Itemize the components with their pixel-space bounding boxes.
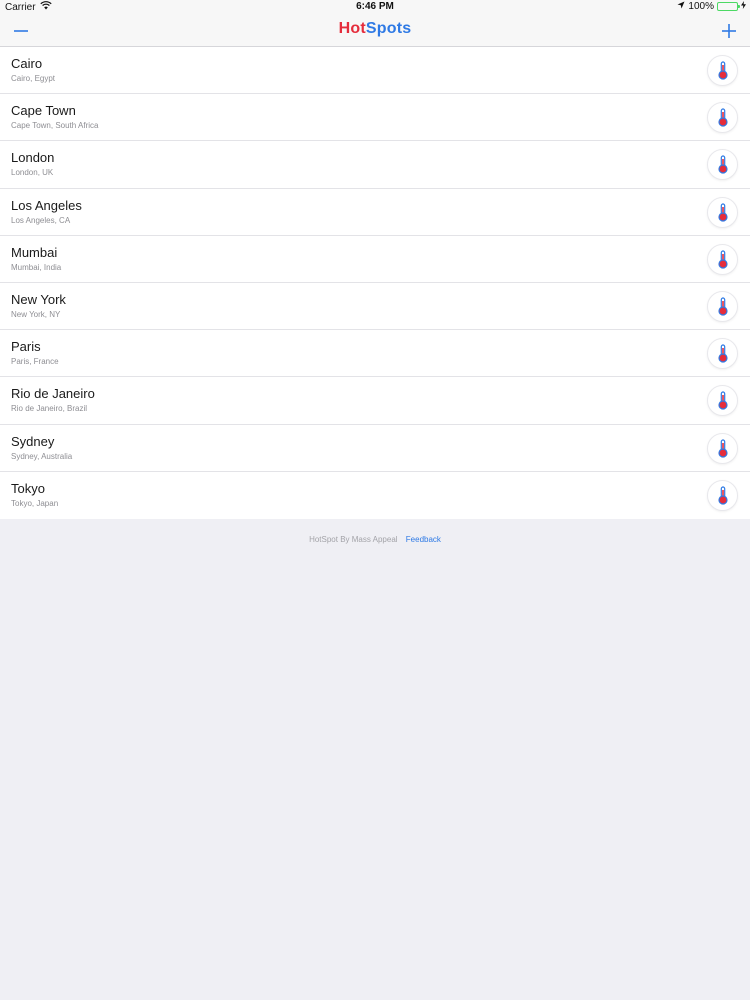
list-item[interactable]: Cape Town Cape Town, South Africa [0,94,750,142]
thermometer-icon [718,486,728,505]
thermometer-button[interactable] [707,243,738,275]
location-name: London [11,150,55,166]
location-detail: Paris, France [11,357,59,367]
location-name: Mumbai [11,244,58,260]
thermometer-icon [718,61,728,80]
add-location-button[interactable] [716,18,742,44]
thermometer-button[interactable] [707,196,738,228]
thermometer-icon [718,202,728,222]
list-item[interactable]: Paris Paris, France [0,330,750,378]
location-detail: New York, NY [11,309,61,319]
thermometer-button[interactable] [707,385,738,417]
location-detail: Rio de Janeiro, Brazil [11,404,88,414]
location-detail: Sydney, Australia [11,451,73,461]
location-arrow-icon [677,1,685,12]
thermometer-button[interactable] [707,432,738,464]
feedback-link[interactable]: Feedback [406,535,441,544]
footer: HotSpot By Mass Appeal Feedback [0,535,750,544]
thermometer-icon [718,297,728,316]
thermometer-icon [718,344,728,363]
location-detail: Cape Town, South Africa [11,121,99,131]
list-item[interactable]: Rio de Janeiro Rio de Janeiro, Brazil [0,377,750,425]
location-name: Rio de Janeiro [11,386,95,402]
navigation-bar: HotSpots [0,14,750,47]
list-item[interactable]: Mumbai Mumbai, India [0,236,750,283]
app-logo-title: HotSpots [0,20,750,38]
thermometer-icon [718,250,728,269]
status-bar: Carrier 6:46 PM 100% [0,0,750,14]
location-name: Sydney [11,433,55,449]
charging-icon [741,1,746,12]
thermometer-button[interactable] [707,102,738,134]
thermometer-icon [718,438,728,458]
location-detail: London, UK [11,168,54,178]
location-name: New York [11,291,66,307]
location-name: Paris [11,339,41,355]
clock: 6:46 PM [356,1,394,12]
thermometer-icon [718,155,728,174]
list-item[interactable]: Los Angeles Los Angeles, CA [0,189,750,236]
logo-hot: Hot [338,20,366,37]
list-item[interactable]: London London, UK [0,141,750,189]
thermometer-icon [718,391,728,410]
location-detail: Tokyo, Japan [11,498,59,508]
list-item[interactable]: Sydney Sydney, Australia [0,425,750,472]
battery-icon [717,2,740,11]
location-detail: Cairo, Egypt [11,74,56,83]
list-item[interactable]: Tokyo Tokyo, Japan [0,472,750,519]
locations-list: Cairo Cairo, Egypt Cape Town Cape Town, … [0,47,750,519]
location-detail: Mumbai, India [11,262,62,272]
battery-percent: 100% [688,1,714,12]
footer-credit: HotSpot By Mass Appeal [309,535,398,544]
list-item[interactable]: Cairo Cairo, Egypt [0,47,750,95]
location-name: Tokyo [11,480,45,496]
list-item[interactable]: New York New York, NY [0,283,750,331]
location-detail: Los Angeles, CA [11,215,71,225]
location-name: Cape Town [11,103,76,119]
thermometer-button[interactable] [707,149,738,181]
location-name: Cairo [11,56,43,71]
thermometer-button[interactable] [707,290,738,322]
thermometer-button[interactable] [707,338,738,370]
thermometer-button[interactable] [707,479,738,511]
thermometer-icon [718,108,728,127]
logo-spots: Spots [365,20,412,37]
thermometer-button[interactable] [707,55,738,86]
location-name: Los Angeles [11,197,82,213]
